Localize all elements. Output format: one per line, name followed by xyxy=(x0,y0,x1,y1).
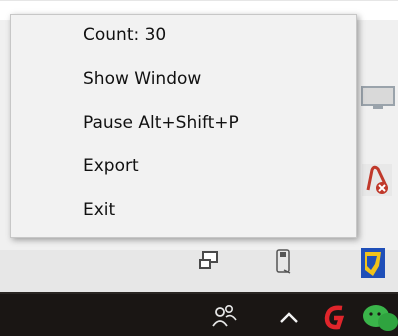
context-menu: Count: 30 Show Window Pause Alt+Shift+P … xyxy=(10,14,357,238)
taskbar-top-edge xyxy=(0,292,398,294)
menu-item-export[interactable]: Export xyxy=(83,148,139,184)
menu-item-count[interactable]: Count: 30 xyxy=(83,17,166,53)
menu-item-exit[interactable]: Exit xyxy=(83,192,115,228)
menu-item-show-window[interactable]: Show Window xyxy=(83,61,201,97)
chevron-up-icon[interactable] xyxy=(276,306,302,330)
people-icon[interactable] xyxy=(210,302,238,330)
app-blue-yellow-icon[interactable] xyxy=(353,246,393,280)
menu-icon-gutter xyxy=(11,15,47,237)
red-app-icon[interactable] xyxy=(320,302,350,332)
green-app-icon[interactable] xyxy=(360,302,398,332)
menu-item-pause[interactable]: Pause Alt+Shift+P xyxy=(83,105,239,141)
top-divider xyxy=(0,0,398,1)
file-explorer-icon[interactable] xyxy=(194,246,224,276)
monitor-icon[interactable] xyxy=(360,85,396,111)
usb-device-icon[interactable] xyxy=(268,246,298,276)
onedrive-off-icon[interactable] xyxy=(358,162,394,198)
